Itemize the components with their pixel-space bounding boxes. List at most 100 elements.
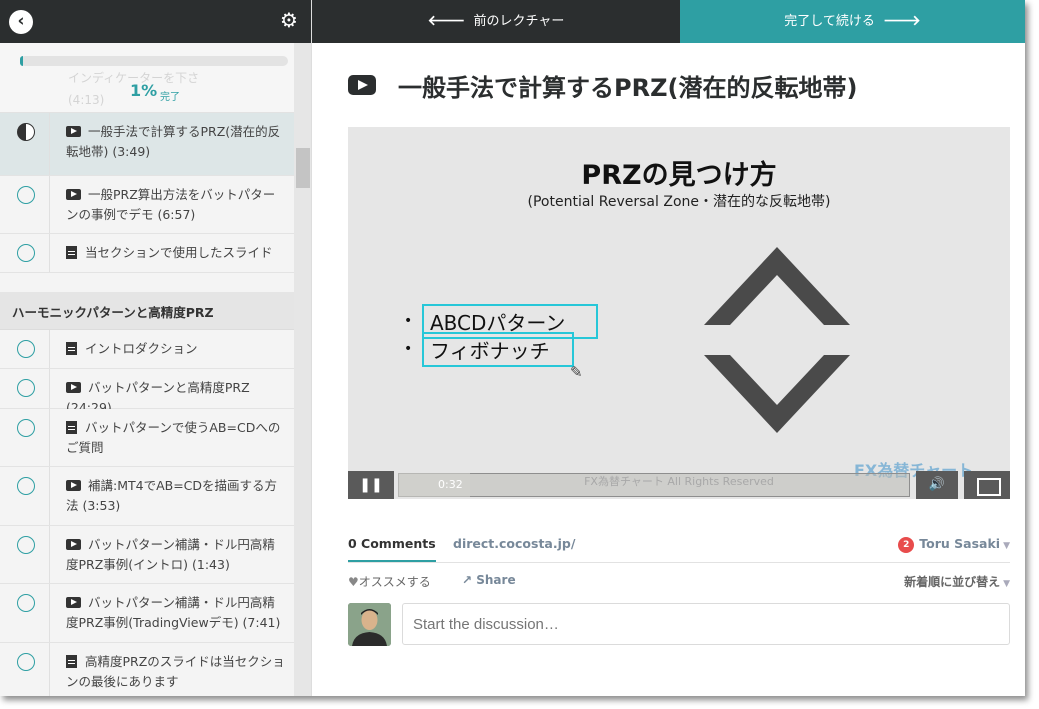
list-item[interactable]: バットパターンで使うAB=CDへのご質問 [0, 409, 294, 467]
arrow-right-icon: 🡒 [883, 13, 921, 29]
lecture-label: バットパターン補講・ドル円高精度PRZ事例(TradingViewデモ) (7:… [66, 595, 281, 630]
circle-icon[interactable] [17, 653, 35, 671]
recommend-button[interactable]: ♥オススメする [348, 573, 431, 590]
video-icon [66, 189, 81, 200]
caret-down-icon: ▼ [1003, 541, 1010, 551]
up-chevron-shape [704, 247, 850, 325]
list-item[interactable]: 一般PRZ算出方法をバットパターンの事例でデモ (6:57) [0, 176, 294, 234]
scrollbar-thumb[interactable] [296, 148, 310, 188]
curriculum-list[interactable]: インディケーターを下さ (4:13) 1% 完了 一般手法で計算するPRZ(潜在… [0, 43, 294, 696]
page-title: 一般手法で計算するPRZ(潜在的反転地帯) [398, 73, 858, 102]
document-icon [66, 342, 77, 355]
video-icon [66, 382, 81, 393]
sort-label: 新着順に並び替え [904, 575, 1001, 589]
user-name: Toru Sasaki [919, 536, 1001, 551]
previous-lecture-label: 前のレクチャー [473, 14, 565, 29]
circle-icon[interactable] [17, 419, 35, 437]
lecture-label: イントロダクション [85, 341, 198, 356]
discussion-input[interactable] [402, 603, 1010, 645]
comment-composer [348, 603, 1010, 649]
slide-title: PRZの見つけ方 [581, 160, 777, 191]
complete-continue-label: 完了して続ける [784, 14, 875, 29]
lecture-label: バットパターン補講・ドル円高精度PRZ事例(イントロ) (1:43) [66, 537, 275, 572]
circle-icon[interactable] [17, 340, 35, 358]
lecture-label: 一般手法で計算するPRZ(潜在的反転地帯) (3:49) [66, 124, 281, 159]
circle-icon[interactable] [17, 379, 35, 397]
ghost-lecture-duration: (4:13) [68, 93, 105, 107]
video-icon [66, 597, 81, 608]
slide-bullet: • フィボナッチ [404, 331, 598, 367]
share-button[interactable]: ↗ Share [462, 573, 516, 587]
down-chevron-shape [704, 355, 850, 433]
document-icon [66, 246, 77, 259]
document-icon [66, 421, 77, 434]
slide-bullet-text: フィボナッチ [422, 331, 574, 367]
comments-tabs: 0 Comments direct.cocosta.jp/ 2 Toru Sasa… [348, 529, 1010, 563]
share-icon: ↗ [462, 573, 473, 587]
complete-and-continue-button[interactable]: 完了して続ける 🡒 [680, 0, 1025, 43]
progress-label: 完了 [160, 92, 180, 103]
list-item[interactable]: イントロダクション [0, 330, 294, 369]
lecture-label: バットパターンで使うAB=CDへのご質問 [66, 420, 281, 455]
half-circle-icon [17, 123, 35, 141]
video-icon [348, 75, 376, 95]
bullet-dot-icon: • [404, 313, 413, 329]
previous-lecture-button[interactable]: 🡐 前のレクチャー [312, 0, 680, 43]
list-item[interactable]: 高精度PRZのスライドは当セクションの最後にあります [0, 643, 294, 696]
sidebar-scrollbar[interactable] [294, 43, 311, 696]
current-time: 0:32 [438, 478, 463, 491]
list-item[interactable]: バットパターン補講・ドル円高精度PRZ事例(TradingViewデモ) (7:… [0, 584, 294, 643]
avatar-image [348, 603, 391, 646]
video-player[interactable]: PRZの見つけ方 (Potential Reversal Zone・潜在的な反転… [348, 127, 1010, 499]
list-item[interactable]: 当セクションで使用したスライド [0, 234, 294, 273]
circle-icon[interactable] [17, 477, 35, 495]
volume-icon[interactable]: 🔊 [916, 471, 958, 499]
arrow-left-icon: 🡐 [427, 13, 466, 29]
section-title: ハーモニックパターンと高精度PRZ [0, 292, 294, 330]
lecture-title-row: 一般手法で計算するPRZ(潜在的反転地帯) [348, 68, 857, 102]
circle-icon[interactable] [17, 536, 35, 554]
recommend-label: オススメする [358, 575, 431, 589]
circle-icon[interactable] [17, 186, 35, 204]
tab-comments[interactable]: 0 Comments [348, 536, 436, 562]
slide-bullets: • ABCDパターン • フィボナッチ [404, 303, 598, 367]
gear-icon[interactable]: ⚙ [278, 9, 300, 31]
lecture-label: 補講:MT4でAB=CDを描画する方法 (3:53) [66, 478, 278, 513]
video-icon [66, 480, 81, 491]
video-icon [66, 539, 81, 550]
comments-actions: ♥オススメする ↗ Share 新着順に並び替え ▼ [348, 563, 1010, 599]
progress-percent: 1% [130, 81, 158, 100]
list-item[interactable]: バットパターン補講・ドル円高精度PRZ事例(イントロ) (1:43) [0, 526, 294, 584]
pen-cursor-icon: ✎ [570, 363, 583, 381]
circle-icon[interactable] [17, 244, 35, 262]
user-menu[interactable]: 2 Toru Sasaki ▼ [898, 536, 1010, 553]
bullet-dot-icon: • [404, 341, 413, 357]
community-link[interactable]: direct.cocosta.jp/ [453, 536, 575, 551]
chevron-left-icon[interactable]: ‹ [9, 10, 33, 34]
progress-panel: インディケーターを下さ (4:13) 1% 完了 [0, 43, 294, 113]
lecture-label: 一般PRZ算出方法をバットパターンの事例でデモ (6:57) [66, 187, 276, 222]
lecture-label: 高精度PRZのスライドは当セクションの最後にあります [66, 654, 285, 689]
reversal-zone-diagram [704, 247, 850, 433]
avatar [348, 603, 391, 646]
course-progress-fill [20, 56, 23, 66]
lecture-nav-bar: 🡐 前のレクチャー 完了して続ける 🡒 [312, 0, 1025, 43]
sort-dropdown[interactable]: 新着順に並び替え ▼ [904, 573, 1010, 590]
list-item[interactable]: 補講:MT4でAB=CDを描画する方法 (3:53) [0, 467, 294, 526]
curriculum-sidebar: ‹ ⚙ インディケーターを下さ (4:13) 1% 完了 一般手法で計算するPR… [0, 0, 312, 696]
circle-icon[interactable] [17, 594, 35, 612]
comments-section: 0 Comments direct.cocosta.jp/ 2 Toru Sasa… [348, 529, 1010, 649]
heart-icon: ♥ [348, 575, 359, 589]
share-label: Share [476, 573, 516, 587]
video-controls: ❚❚ FX為替チャート All Rights Reserved 0:32 🔊 [348, 471, 1010, 499]
lecture-label: 当セクションで使用したスライド [85, 245, 273, 260]
sidebar-header: ‹ ⚙ [0, 0, 311, 43]
list-item[interactable]: 一般手法で計算するPRZ(潜在的反転地帯) (3:49) [0, 113, 294, 176]
caret-down-icon: ▼ [1003, 579, 1010, 589]
lecture-content: 一般手法で計算するPRZ(潜在的反転地帯) PRZの見つけ方 (Potentia… [312, 43, 1025, 696]
notification-badge[interactable]: 2 [898, 537, 915, 553]
list-item[interactable]: バットパターンと高精度PRZ (24:29) [0, 369, 294, 415]
video-icon [66, 126, 81, 137]
fullscreen-icon[interactable] [964, 471, 1010, 499]
course-progress-track [20, 56, 288, 66]
